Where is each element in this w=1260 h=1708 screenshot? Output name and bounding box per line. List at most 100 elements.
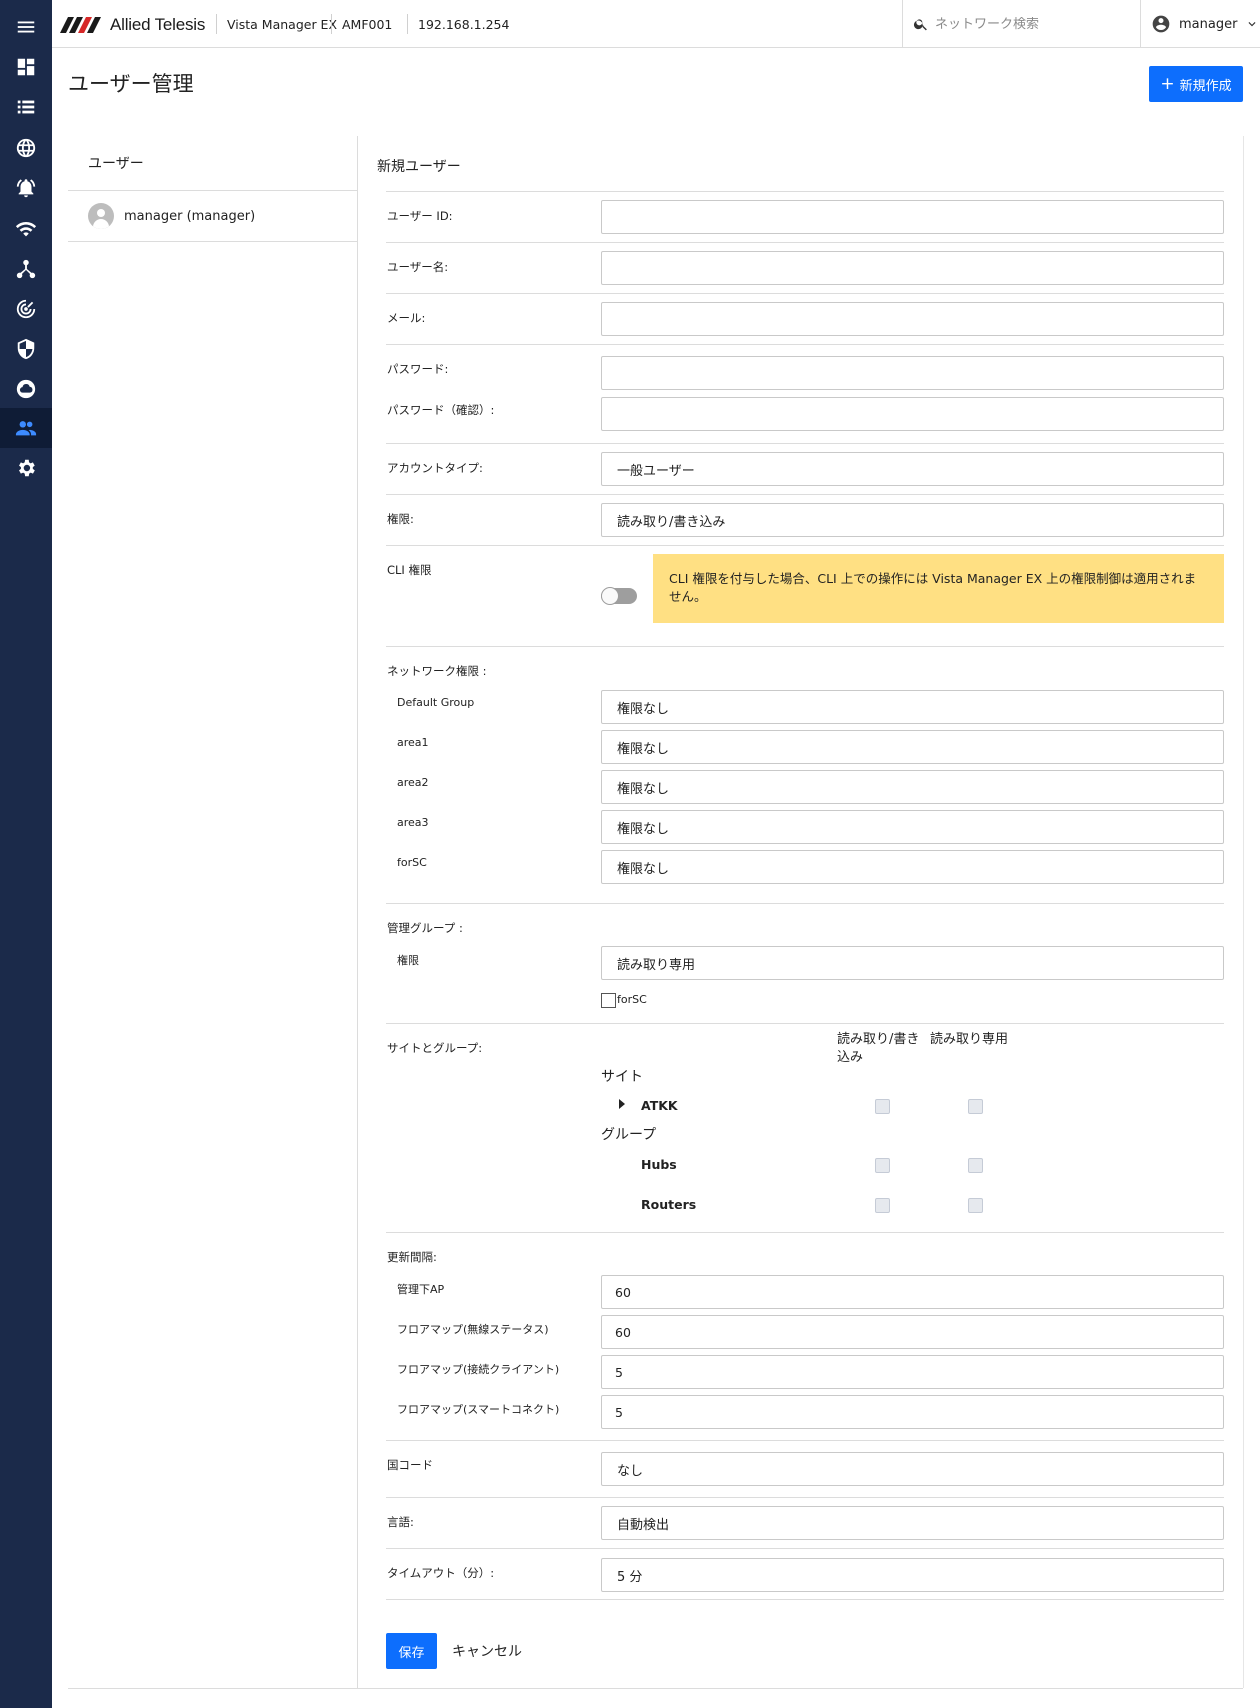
nav-rail — [0, 0, 52, 1708]
management-group-checkbox[interactable] — [601, 993, 616, 1008]
divider — [386, 1599, 1224, 1600]
top-bar: Allied Telesis Vista Manager EX AMF001 1… — [52, 0, 1260, 48]
account-type-select[interactable]: 一般ユーザー — [601, 452, 1224, 486]
user-name-field[interactable] — [601, 251, 1224, 285]
globe-icon[interactable] — [0, 128, 52, 168]
refresh-item-value: 5 — [615, 1364, 623, 1380]
network-group-select[interactable]: 権限なし — [601, 730, 1224, 764]
network-address: 192.168.1.254 — [418, 16, 510, 32]
user-list-item[interactable]: manager (manager) — [68, 191, 357, 242]
refresh-item-value: 5 — [615, 1404, 623, 1420]
network-group-select[interactable]: 権限なし — [601, 770, 1224, 804]
password-label: パスワード: — [387, 362, 449, 376]
refresh-item-field[interactable]: 5 — [601, 1355, 1224, 1389]
email-field[interactable] — [601, 302, 1224, 336]
divider — [386, 1023, 1224, 1024]
email-label: メール: — [387, 311, 426, 325]
language-select[interactable]: 自動検出 — [601, 1506, 1224, 1540]
divider — [386, 494, 1224, 495]
country-code-value: なし — [617, 1463, 644, 1479]
menu-icon[interactable] — [0, 7, 52, 47]
refresh-item-label: フロアマップ(接続クライアント) — [397, 1363, 560, 1376]
country-code-select[interactable]: なし — [601, 1452, 1224, 1486]
divider — [386, 344, 1224, 345]
cloud-icon[interactable] — [0, 369, 52, 409]
dashboard-icon[interactable] — [0, 47, 52, 87]
cancel-button[interactable]: キャンセル — [452, 1633, 522, 1669]
refresh-item-field[interactable]: 60 — [601, 1275, 1224, 1309]
management-permission-select[interactable]: 読み取り専用 — [601, 946, 1224, 980]
column-read-only: 読み取り専用 — [930, 1032, 1009, 1047]
plus-icon: + — [1160, 73, 1175, 94]
refresh-item-label: フロアマップ(無線ステータス) — [397, 1323, 549, 1336]
group-read-write-checkbox[interactable] — [875, 1158, 890, 1173]
user-menu[interactable]: manager — [1140, 0, 1260, 48]
search-input[interactable] — [935, 16, 1125, 32]
network-group-label: area1 — [397, 736, 429, 749]
group-read-write-checkbox[interactable] — [875, 1198, 890, 1213]
divider — [386, 1548, 1224, 1549]
user-id-label: ユーザー ID: — [387, 209, 453, 223]
site-read-only-checkbox[interactable] — [968, 1099, 983, 1114]
refresh-item-label: フロアマップ(スマートコネクト) — [397, 1403, 560, 1416]
refresh-item-field[interactable]: 60 — [601, 1315, 1224, 1349]
sites-heading: サイト — [601, 1069, 643, 1085]
alarm-icon[interactable] — [0, 168, 52, 208]
user-id-field[interactable] — [601, 200, 1224, 234]
group-read-only-checkbox[interactable] — [968, 1198, 983, 1213]
management-permission-value: 読み取り専用 — [617, 957, 696, 973]
cli-notice: CLI 権限を付与した場合、CLI 上での操作には Vista Manager … — [653, 554, 1224, 623]
site-read-write-checkbox[interactable] — [875, 1099, 890, 1114]
toggle-knob — [601, 587, 619, 605]
account-circle-icon — [1152, 15, 1170, 33]
group-name: Routers — [641, 1197, 697, 1212]
network-group-value: 権限なし — [617, 861, 670, 877]
topology-icon[interactable] — [0, 249, 52, 289]
language-label: 言語: — [387, 1515, 414, 1529]
brand-logo[interactable]: Allied Telesis — [60, 14, 205, 36]
user-name-label: ユーザー名: — [387, 260, 449, 274]
new-user-button-label: 新規作成 — [1179, 78, 1232, 94]
save-button[interactable]: 保存 — [386, 1633, 437, 1669]
radar-icon[interactable] — [0, 289, 52, 329]
divider — [407, 14, 408, 34]
network-group-select[interactable]: 権限なし — [601, 810, 1224, 844]
expand-caret-icon[interactable] — [619, 1099, 625, 1109]
brand-mark-icon — [60, 17, 101, 33]
shield-icon[interactable] — [0, 329, 52, 369]
refresh-item-value: 60 — [615, 1284, 631, 1300]
new-user-button[interactable]: + 新規作成 — [1149, 66, 1243, 102]
refresh-item-value: 60 — [615, 1324, 631, 1340]
group-read-only-checkbox[interactable] — [968, 1158, 983, 1173]
cli-permission-toggle[interactable] — [601, 587, 637, 605]
list-icon[interactable] — [0, 87, 52, 127]
divider — [386, 293, 1224, 294]
account-type-label: アカウントタイプ: — [387, 461, 483, 475]
refresh-item-label: 管理下AP — [397, 1283, 445, 1296]
network-group-select[interactable]: 権限なし — [601, 850, 1224, 884]
divider — [386, 443, 1224, 444]
column-read-write: 読み取り/書き込み — [837, 1032, 920, 1065]
divider — [386, 903, 1224, 904]
password-field[interactable] — [601, 356, 1224, 390]
management-group-label: 管理グループ : — [387, 921, 463, 935]
country-code-label: 国コード — [387, 1458, 433, 1472]
timeout-select[interactable]: 5 分 — [601, 1558, 1224, 1592]
users-heading: ユーザー — [68, 136, 357, 191]
permission-label: 権限: — [387, 512, 414, 526]
network-group-value: 権限なし — [617, 741, 670, 757]
form-title: 新規ユーザー — [377, 159, 461, 175]
people-icon[interactable] — [0, 408, 52, 448]
search-icon — [913, 19, 927, 31]
divider — [386, 242, 1224, 243]
password-confirm-field[interactable] — [601, 397, 1224, 431]
refresh-item-field[interactable]: 5 — [601, 1395, 1224, 1429]
management-permission-label: 権限 — [397, 954, 419, 967]
brand-name: Allied Telesis — [110, 15, 206, 34]
wifi-icon[interactable] — [0, 209, 52, 249]
network-group-select[interactable]: 権限なし — [601, 690, 1224, 724]
gear-icon[interactable] — [0, 448, 52, 488]
permission-select[interactable]: 読み取り/書き込み — [601, 503, 1224, 537]
account-type-value: 一般ユーザー — [617, 463, 695, 479]
sites-groups-label: サイトとグループ: — [387, 1041, 483, 1055]
